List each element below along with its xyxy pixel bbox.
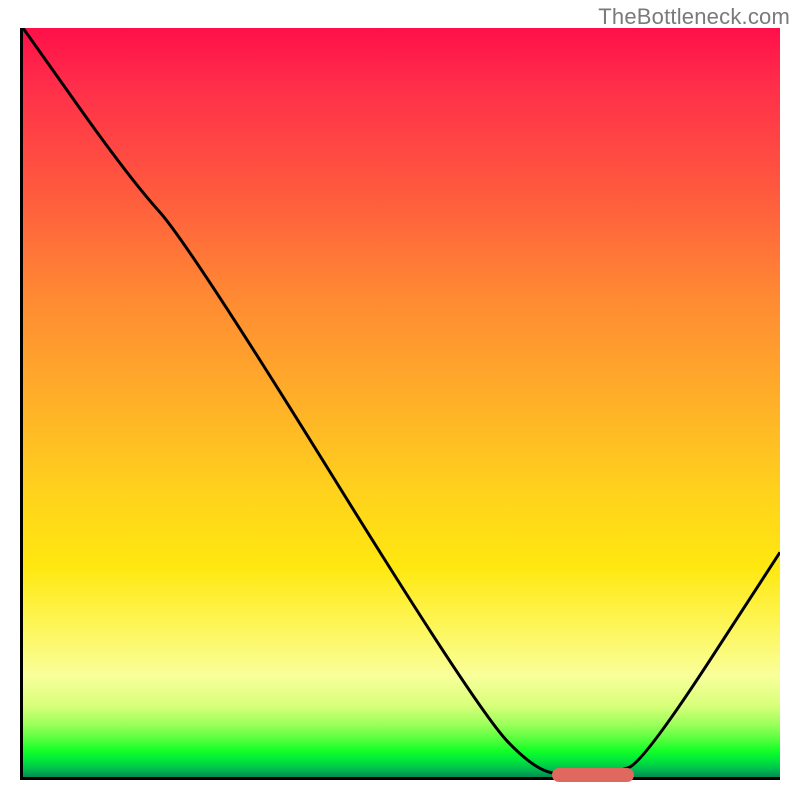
curve-layer	[23, 28, 780, 777]
bottleneck-curve-path	[23, 28, 780, 773]
watermark-text: TheBottleneck.com	[598, 4, 790, 30]
bottleneck-chart: TheBottleneck.com	[0, 0, 800, 800]
optimal-range-marker	[552, 768, 634, 782]
plot-area	[20, 28, 780, 780]
